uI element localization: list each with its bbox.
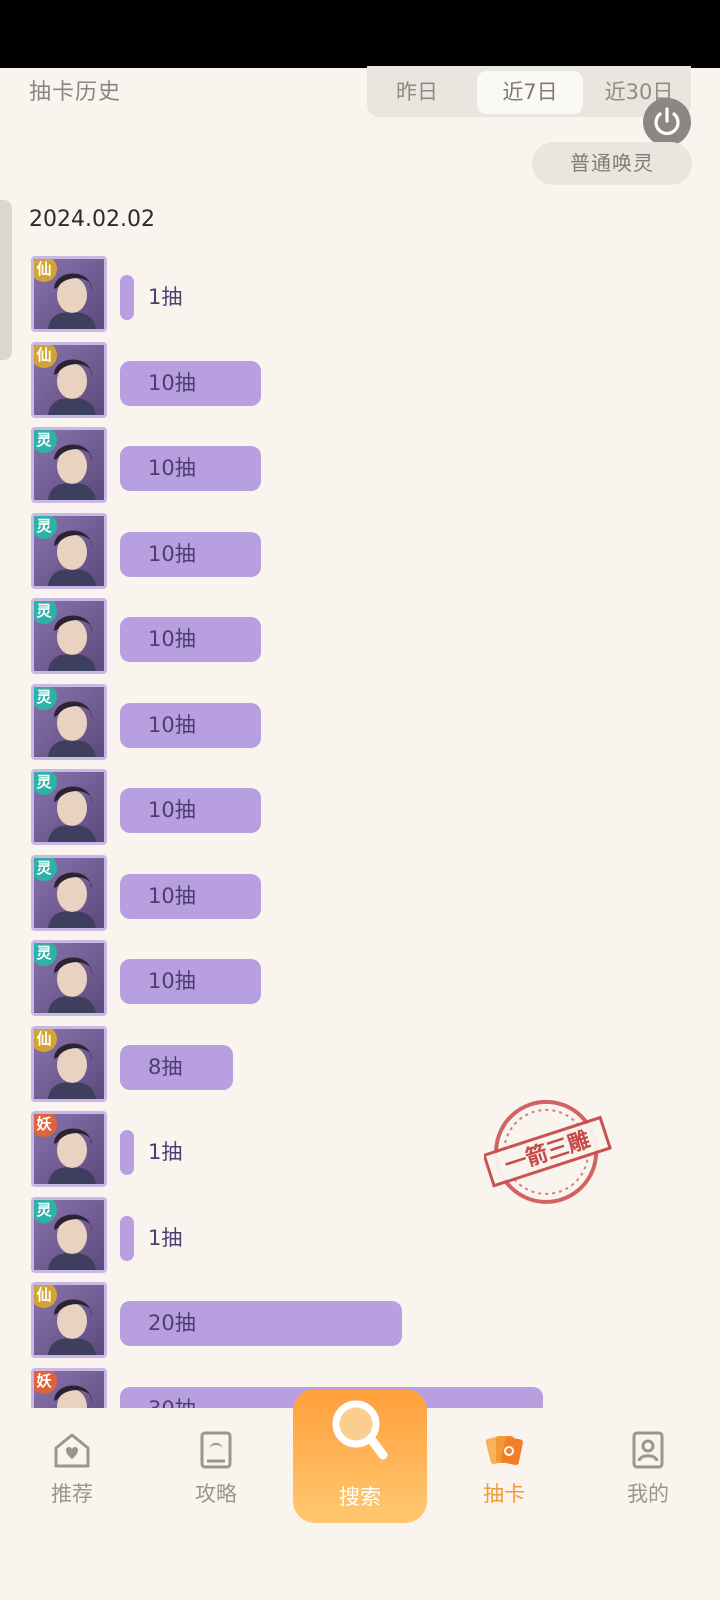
pull-count-label: 10抽 <box>148 541 196 566</box>
pull-count-bar <box>120 1215 135 1261</box>
character-avatar[interactable]: 仙 <box>31 1282 107 1358</box>
character-avatar[interactable]: 灵 <box>31 940 107 1016</box>
list-item[interactable]: 仙 10抽 <box>0 338 720 423</box>
cards-icon <box>485 1435 523 1466</box>
power-icon <box>654 107 680 136</box>
character-avatar[interactable]: 灵 <box>31 854 107 931</box>
pull-count-label: 30抽 <box>148 1387 196 1409</box>
list-item[interactable]: 灵 10抽 <box>0 680 720 765</box>
power-button[interactable] <box>643 98 691 146</box>
list-item[interactable]: 灵 10抽 <box>0 423 720 508</box>
nav-guides[interactable]: 攻略 <box>144 1428 288 1508</box>
search-button[interactable]: 搜索 <box>293 1389 427 1523</box>
achievement-stamp: 一箭三雕 <box>484 1099 612 1204</box>
character-avatar[interactable]: 妖 <box>31 1367 107 1408</box>
rarity-badge: 仙 <box>34 259 57 282</box>
rarity-badge: 妖 <box>34 1114 57 1137</box>
pull-count-label: 10抽 <box>148 712 196 737</box>
rarity-badge: 仙 <box>34 344 57 368</box>
character-avatar[interactable]: 灵 <box>31 769 107 845</box>
guide-book-icon <box>200 1431 232 1469</box>
pull-count-label: 20抽 <box>148 1311 196 1335</box>
status-bar <box>0 0 720 68</box>
nav-recommend[interactable]: 推荐 <box>0 1428 144 1508</box>
character-avatar[interactable]: 妖 <box>31 1111 107 1187</box>
rarity-badge: 妖 <box>34 1370 57 1394</box>
pull-count-label: 1抽 <box>148 1140 183 1164</box>
character-avatar[interactable]: 仙 <box>31 1025 107 1102</box>
list-item[interactable]: 灵 10抽 <box>0 851 720 936</box>
character-avatar[interactable]: 灵 <box>31 1196 107 1273</box>
rarity-badge: 灵 <box>34 943 57 966</box>
list-item[interactable]: 灵 10抽 <box>0 936 720 1021</box>
pull-count-label: 10抽 <box>148 798 196 822</box>
list-item[interactable]: 仙 1抽 <box>0 252 720 337</box>
list-item[interactable]: 灵 10抽 <box>0 594 720 679</box>
nav-profile[interactable]: 我的 <box>576 1428 720 1508</box>
profile-card-icon <box>632 1431 664 1469</box>
pull-count-bar <box>120 1130 135 1175</box>
home-heart-icon <box>54 1433 90 1468</box>
list-item[interactable]: 仙 20抽 <box>0 1278 720 1363</box>
rarity-badge: 仙 <box>34 1028 57 1052</box>
pull-count-bar <box>120 275 135 320</box>
pull-history-list[interactable]: 仙 1抽仙 10抽灵 10抽灵 10抽灵 10抽灵 10抽灵 10抽灵 10抽灵 10抽仙 8抽妖 1… <box>0 252 720 1408</box>
tab-yesterday[interactable]: 昨日 <box>367 71 467 114</box>
rarity-badge: 灵 <box>34 1199 57 1223</box>
rarity-badge: 灵 <box>34 686 57 710</box>
rarity-badge: 仙 <box>34 1285 57 1308</box>
pull-count-label: 8抽 <box>148 1054 183 1079</box>
search-icon <box>332 1400 388 1460</box>
pull-count-label: 10抽 <box>148 627 196 651</box>
rarity-badge: 灵 <box>34 601 57 624</box>
character-avatar[interactable]: 灵 <box>31 683 107 760</box>
rarity-badge: 灵 <box>34 430 57 453</box>
pull-count-label: 10抽 <box>148 883 196 908</box>
list-item[interactable]: 灵 10抽 <box>0 765 720 850</box>
character-avatar[interactable]: 仙 <box>31 341 107 418</box>
date-group-label: 2024.02.02 <box>29 207 155 232</box>
pull-count-label: 10抽 <box>148 969 196 993</box>
character-avatar[interactable]: 仙 <box>31 256 107 332</box>
pull-count-label: 1抽 <box>148 285 183 309</box>
list-item[interactable]: 灵 10抽 <box>0 509 720 594</box>
tab-last-7-days[interactable]: 近7日 <box>477 71 583 114</box>
list-item[interactable]: 仙 8抽 <box>0 1022 720 1107</box>
pull-count-label: 10抽 <box>148 370 196 395</box>
character-avatar[interactable]: 灵 <box>31 598 107 674</box>
rarity-badge: 灵 <box>34 515 57 539</box>
nav-gacha[interactable]: 抽卡 <box>432 1428 576 1508</box>
page-title: 抽卡历史 <box>29 80 122 105</box>
character-avatar[interactable]: 灵 <box>31 512 107 589</box>
rarity-badge: 灵 <box>34 857 57 881</box>
rarity-badge: 灵 <box>34 772 57 795</box>
pool-filter-button[interactable]: 普通唤灵 <box>532 142 692 185</box>
character-avatar[interactable]: 灵 <box>31 427 107 503</box>
pull-count-label: 1抽 <box>148 1225 183 1250</box>
pull-count-label: 10抽 <box>148 456 196 480</box>
